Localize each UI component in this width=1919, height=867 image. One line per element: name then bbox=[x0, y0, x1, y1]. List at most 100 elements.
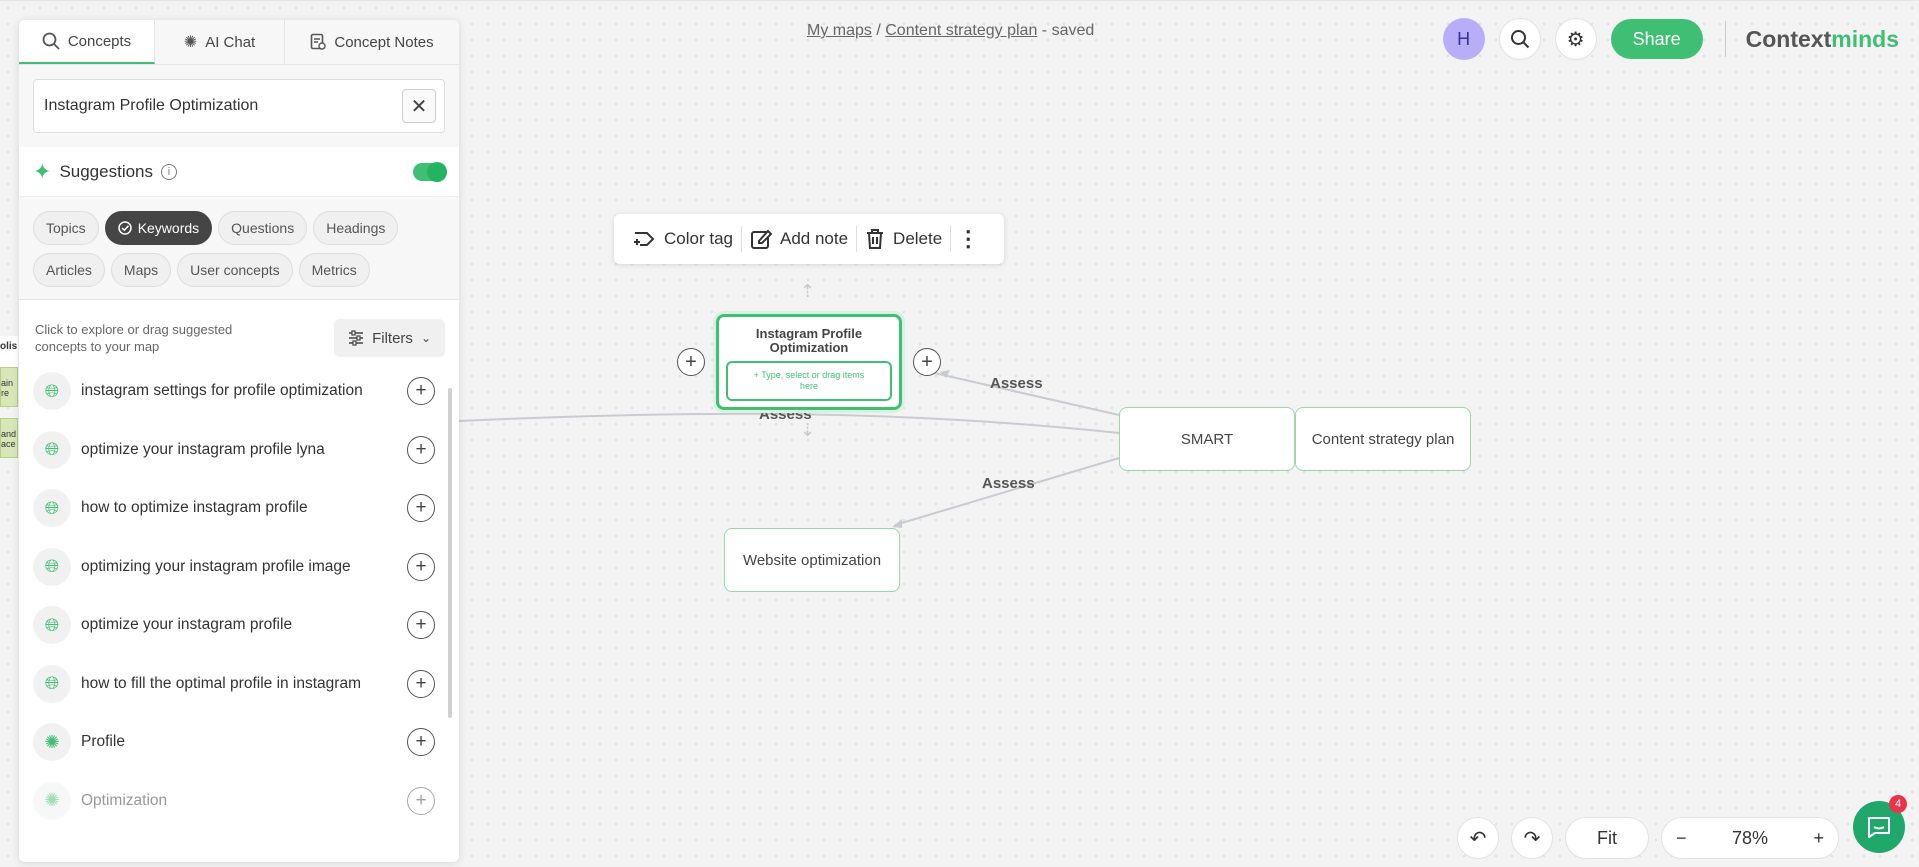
color-tag-icon bbox=[634, 232, 655, 246]
redo-icon: ↷ bbox=[1523, 827, 1541, 850]
delete-button[interactable]: Delete bbox=[857, 224, 950, 254]
panel-tabs: Concepts ✺ AI Chat Concept Notes bbox=[19, 20, 459, 65]
add-concept-button[interactable]: + bbox=[407, 786, 435, 815]
node-smart[interactable]: SMART bbox=[1119, 407, 1295, 471]
item-label: Profile bbox=[81, 733, 125, 751]
add-concept-button[interactable]: + bbox=[407, 435, 435, 464]
openai-icon: ✺ bbox=[183, 34, 198, 51]
undo-icon: ↶ bbox=[1469, 827, 1487, 850]
openai-icon: ✺ bbox=[33, 723, 71, 762]
chip-label: Topics bbox=[46, 220, 86, 236]
node-add-input[interactable]: + Type, select or drag items here bbox=[726, 361, 892, 401]
filters-label: Filters bbox=[372, 329, 413, 347]
zoom-in-button[interactable]: + bbox=[1813, 828, 1824, 849]
node-root[interactable]: Content strategy plan bbox=[1295, 407, 1471, 471]
partial-node[interactable]: and ace bbox=[0, 418, 18, 458]
partial-node[interactable]: ain re bbox=[0, 367, 18, 407]
search-value: Instagram Profile Optimization bbox=[44, 97, 259, 114]
zoom-level: 78% bbox=[1731, 827, 1769, 848]
add-right-button[interactable]: + bbox=[913, 348, 941, 376]
chevron-down-icon: ⌄ bbox=[420, 331, 431, 345]
add-concept-button[interactable]: + bbox=[407, 494, 435, 523]
search-button[interactable] bbox=[1498, 18, 1541, 60]
edit-note-icon bbox=[750, 229, 772, 249]
list-item[interactable]: 🌐︎ how to optimize instagram profile + bbox=[33, 479, 445, 538]
chip-articles[interactable]: Articles bbox=[33, 253, 105, 287]
add-concept-button[interactable]: + bbox=[407, 377, 435, 406]
globe-icon: 🌐︎ bbox=[33, 489, 71, 528]
item-label: optimize your instagram profile lyna bbox=[81, 440, 325, 458]
chip-metrics[interactable]: Metrics bbox=[298, 253, 370, 287]
suggestion-type-chips: Topics Keywords Questions Headings Artic… bbox=[19, 197, 459, 300]
list-item[interactable]: 🌐︎ how to fill the optimal profile in in… bbox=[33, 655, 445, 714]
tab-concepts[interactable]: Concepts bbox=[19, 20, 155, 64]
list-item[interactable]: ✺ Profile + bbox=[33, 713, 445, 772]
search-icon bbox=[1510, 30, 1529, 49]
search-area: Instagram Profile Optimization ✕ bbox=[19, 65, 459, 147]
node-website-optimization[interactable]: Website optimization bbox=[724, 528, 900, 592]
add-note-button[interactable]: Add note bbox=[742, 224, 856, 254]
suggestions-header: ✦ Suggestions i bbox=[19, 147, 459, 197]
partial-node-label: ain re bbox=[1, 378, 14, 398]
breadcrumb-map-name[interactable]: Content strategy plan bbox=[885, 22, 1037, 39]
add-concept-button[interactable]: + bbox=[407, 728, 435, 757]
sliders-icon bbox=[349, 330, 364, 346]
sparkle-icon: ✦ bbox=[33, 158, 52, 184]
more-options-icon[interactable]: ⋮ bbox=[957, 226, 979, 252]
tab-ai-chat[interactable]: ✺ AI Chat bbox=[155, 20, 285, 64]
chip-questions[interactable]: Questions bbox=[218, 211, 308, 245]
concept-search-input[interactable]: Instagram Profile Optimization ✕ bbox=[33, 79, 445, 133]
list-item[interactable]: 🌐︎ optimizing your instagram profile ima… bbox=[33, 538, 445, 597]
list-item[interactable]: ✺ Optimization + bbox=[33, 772, 445, 831]
suggestions-toggle[interactable] bbox=[413, 161, 447, 182]
save-status: - saved bbox=[1037, 22, 1095, 39]
fit-button[interactable]: Fit bbox=[1565, 817, 1649, 859]
list-hint: Click to explore or drag suggested conce… bbox=[35, 322, 233, 354]
avatar[interactable]: H bbox=[1442, 18, 1485, 60]
node-toolbar: Color tag Add note Delete ⋮ bbox=[614, 214, 1004, 264]
clear-search-button[interactable]: ✕ bbox=[402, 89, 436, 123]
add-note-label: Add note bbox=[779, 229, 849, 248]
add-concept-button[interactable]: + bbox=[407, 552, 435, 581]
list-item[interactable]: 🌐︎ instagram settings for profile optimi… bbox=[33, 362, 445, 421]
divider bbox=[1724, 21, 1726, 57]
item-label: how to optimize instagram profile bbox=[81, 499, 308, 517]
chat-icon bbox=[1868, 817, 1890, 838]
info-icon[interactable]: i bbox=[161, 163, 178, 180]
brand-suffix: minds bbox=[1831, 25, 1899, 52]
suggestion-list: 🌐︎ instagram settings for profile optimi… bbox=[19, 362, 459, 830]
gear-icon: ⚙ bbox=[1566, 28, 1585, 51]
tab-concept-notes[interactable]: Concept Notes bbox=[285, 20, 459, 64]
chip-topics[interactable]: Topics bbox=[33, 211, 99, 245]
list-item[interactable]: 🌐︎ optimize your instagram profile lyna … bbox=[33, 421, 445, 480]
filters-button[interactable]: Filters ⌄ bbox=[334, 319, 445, 357]
zoom-out-button[interactable]: − bbox=[1676, 828, 1687, 849]
header-actions: H ⚙ Share Contextminds bbox=[1442, 18, 1899, 60]
list-scrollbar[interactable] bbox=[448, 388, 452, 718]
edge-label[interactable]: Assess bbox=[982, 475, 1035, 492]
edge-label[interactable]: Assess bbox=[990, 375, 1043, 392]
chip-headings[interactable]: Headings bbox=[313, 211, 399, 245]
add-concept-button[interactable]: + bbox=[407, 611, 435, 640]
search-icon bbox=[42, 32, 60, 50]
chip-maps[interactable]: Maps bbox=[110, 253, 172, 287]
chip-keywords[interactable]: Keywords bbox=[104, 211, 213, 245]
arrow-up-icon[interactable]: ⇡ bbox=[800, 281, 815, 302]
trash-icon bbox=[867, 229, 884, 249]
color-tag-button[interactable]: Color tag bbox=[624, 224, 741, 254]
redo-button[interactable]: ↷ bbox=[1511, 817, 1553, 859]
add-concept-button[interactable]: + bbox=[407, 669, 435, 698]
check-circle-icon bbox=[117, 221, 132, 235]
settings-button[interactable]: ⚙ bbox=[1554, 18, 1597, 60]
suggestions-title: Suggestions bbox=[59, 161, 154, 181]
node-instagram-profile-optimization[interactable]: Instagram Profile Optimization + Type, s… bbox=[716, 314, 902, 410]
share-button[interactable]: Share bbox=[1610, 19, 1703, 59]
item-label: Optimization bbox=[81, 791, 168, 809]
add-left-button[interactable]: + bbox=[677, 348, 705, 376]
list-item[interactable]: 🌐︎ optimize your instagram profile + bbox=[33, 596, 445, 655]
tab-label: AI Chat bbox=[205, 33, 256, 51]
breadcrumb-my-maps[interactable]: My maps bbox=[807, 22, 872, 39]
chip-user-concepts[interactable]: User concepts bbox=[177, 253, 293, 287]
arrow-down-icon[interactable]: ⇣ bbox=[800, 420, 815, 441]
undo-button[interactable]: ↶ bbox=[1457, 817, 1499, 859]
